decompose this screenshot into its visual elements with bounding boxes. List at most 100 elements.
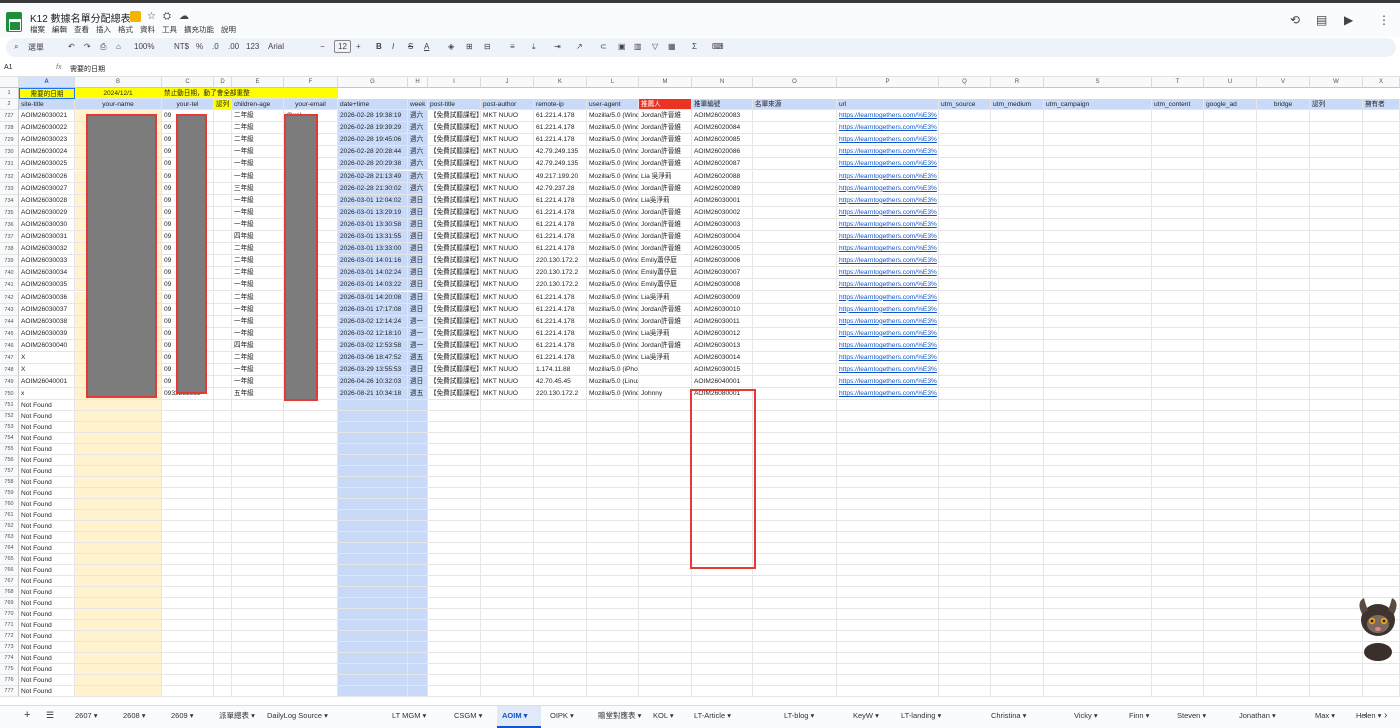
table-cell[interactable]: 61.221.4.178 — [534, 218, 587, 231]
table-cell[interactable]: https://learntogethers.com/%E3% — [837, 122, 939, 135]
table-cell[interactable] — [534, 455, 587, 467]
sheet-tab[interactable]: AOIM ▾ — [497, 706, 541, 728]
table-cell[interactable]: AOIM26030034 — [19, 267, 75, 280]
table-cell[interactable] — [162, 587, 214, 599]
column-title-cell[interactable]: utm_source — [939, 99, 991, 110]
table-cell[interactable] — [939, 620, 991, 632]
table-cell[interactable]: 週六 — [408, 158, 428, 171]
table-cell[interactable] — [991, 146, 1044, 159]
table-cell[interactable] — [284, 532, 338, 544]
table-cell[interactable] — [587, 620, 639, 632]
table-cell[interactable] — [587, 609, 639, 621]
table-cell[interactable] — [1044, 146, 1152, 159]
table-cell[interactable] — [1310, 134, 1363, 147]
table-cell[interactable] — [1044, 231, 1152, 244]
table-cell[interactable]: AOIM26030028 — [19, 194, 75, 207]
table-cell[interactable] — [232, 521, 284, 533]
table-cell[interactable]: MKT NUUO — [481, 376, 534, 389]
table-cell[interactable] — [1204, 576, 1257, 588]
table-cell[interactable] — [214, 642, 232, 654]
table-cell[interactable] — [214, 598, 232, 610]
cell-needed-date-label[interactable]: 需要的日期 — [19, 88, 75, 99]
table-cell[interactable] — [534, 631, 587, 643]
table-cell[interactable] — [639, 565, 692, 577]
table-cell[interactable] — [753, 339, 837, 352]
table-cell[interactable] — [428, 554, 481, 566]
row-header[interactable]: 748 — [0, 364, 19, 377]
table-cell[interactable] — [338, 400, 408, 412]
font-select[interactable]: Arial — [268, 42, 284, 51]
column-title-cell[interactable]: bridge — [1257, 99, 1310, 110]
table-cell[interactable]: 週日 — [408, 364, 428, 377]
table-cell[interactable] — [991, 388, 1044, 401]
table-cell[interactable] — [1257, 182, 1310, 195]
table-cell[interactable] — [338, 532, 408, 544]
table-cell[interactable] — [1204, 364, 1257, 377]
table-cell[interactable] — [1044, 631, 1152, 643]
sheet-tab[interactable]: Helen ▾ — [1351, 706, 1400, 728]
column-title-cell[interactable]: 認列 — [214, 99, 232, 110]
column-title-cell[interactable]: date+time — [338, 99, 408, 110]
table-cell[interactable] — [991, 400, 1044, 412]
table-cell[interactable] — [1363, 565, 1400, 577]
table-cell[interactable] — [991, 279, 1044, 292]
table-cell[interactable] — [408, 411, 428, 423]
table-cell[interactable] — [991, 291, 1044, 304]
table-cell[interactable] — [1363, 339, 1400, 352]
menu-item[interactable]: 說明 — [221, 24, 236, 35]
row-header[interactable]: 1 — [0, 88, 19, 99]
menu-item[interactable]: 編輯 — [52, 24, 67, 35]
table-cell[interactable] — [214, 303, 232, 316]
table-cell[interactable] — [1204, 388, 1257, 401]
table-cell[interactable] — [534, 686, 587, 697]
table-cell[interactable] — [408, 565, 428, 577]
table-cell[interactable] — [284, 609, 338, 621]
row-header[interactable]: 747 — [0, 352, 19, 365]
table-cell[interactable] — [534, 543, 587, 555]
sheet-tab[interactable]: CSGM ▾ — [449, 706, 493, 728]
table-cell[interactable] — [1204, 653, 1257, 665]
table-cell[interactable] — [991, 488, 1044, 500]
table-cell[interactable] — [639, 510, 692, 522]
table-cell[interactable]: AOIM26030027 — [19, 182, 75, 195]
table-cell[interactable] — [991, 609, 1044, 621]
row-header[interactable]: 777 — [0, 686, 19, 697]
table-cell[interactable]: AOIM26030037 — [19, 303, 75, 316]
table-cell[interactable] — [1310, 170, 1363, 183]
table-cell[interactable] — [1152, 675, 1204, 687]
table-cell[interactable] — [1204, 182, 1257, 195]
sheet-tab[interactable]: 2609 ▾ — [166, 706, 210, 728]
table-cell[interactable] — [428, 521, 481, 533]
table-cell[interactable] — [1044, 510, 1152, 522]
sheet-tab[interactable]: Christina ▾ — [986, 706, 1065, 728]
table-cell[interactable] — [587, 488, 639, 500]
menu-dots-icon[interactable]: ⋮ — [1378, 13, 1390, 27]
table-cell[interactable] — [214, 110, 232, 123]
table-cell[interactable] — [753, 400, 837, 412]
row-header[interactable]: 761 — [0, 510, 19, 522]
table-cell[interactable] — [428, 598, 481, 610]
table-cell[interactable]: 【免費試聽課程】 — [428, 122, 481, 135]
table-cell[interactable] — [1310, 243, 1363, 256]
table-cell[interactable] — [428, 532, 481, 544]
table-cell[interactable] — [837, 455, 939, 467]
table-cell[interactable] — [75, 400, 162, 412]
row-header[interactable]: 731 — [0, 158, 19, 171]
table-cell[interactable] — [1152, 653, 1204, 665]
table-cell[interactable] — [214, 675, 232, 687]
table-cell[interactable] — [639, 422, 692, 434]
sheet-tab[interactable]: KOL ▾ — [648, 706, 685, 728]
table-cell[interactable]: https://learntogethers.com/%E3% — [837, 315, 939, 328]
row-header[interactable]: 745 — [0, 327, 19, 340]
table-cell[interactable] — [1204, 255, 1257, 268]
table-cell[interactable] — [75, 510, 162, 522]
table-cell[interactable] — [214, 620, 232, 632]
table-cell[interactable] — [753, 146, 837, 159]
table-cell[interactable]: AOIM26030040 — [19, 339, 75, 352]
table-cell[interactable] — [1152, 182, 1204, 195]
table-cell[interactable] — [232, 598, 284, 610]
table-cell[interactable]: MKT NUUO — [481, 388, 534, 401]
sheet-tab[interactable]: LT-Article ▾ — [689, 706, 775, 728]
table-cell[interactable] — [1257, 642, 1310, 654]
table-cell[interactable]: Lia吳淨莉 — [639, 194, 692, 207]
